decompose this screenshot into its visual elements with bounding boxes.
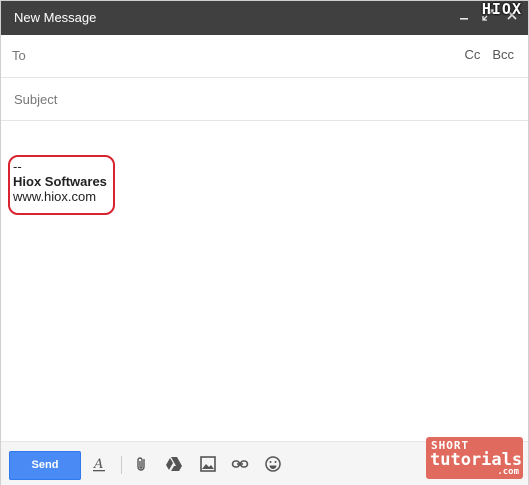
cc-link[interactable]: Cc [464, 47, 480, 62]
drive-icon[interactable] [164, 454, 184, 474]
insert-photo-icon[interactable] [198, 454, 218, 474]
to-label: To [12, 48, 26, 63]
to-row: To Cc Bcc [1, 35, 528, 78]
minimize-icon[interactable] [456, 9, 472, 25]
toolbar-divider [121, 456, 122, 474]
subject-input[interactable] [12, 87, 516, 111]
short-tutorials-logo: SHORT tutorials .com [426, 437, 523, 479]
message-body[interactable]: -- Hiox Softwares www.hiox.com [1, 121, 528, 439]
signature-block: -- Hiox Softwares www.hiox.com [8, 155, 115, 215]
to-input[interactable] [41, 44, 445, 68]
bcc-link[interactable]: Bcc [492, 47, 514, 62]
attach-icon[interactable] [132, 454, 152, 474]
cc-bcc-links: Cc Bcc [464, 47, 514, 62]
send-button[interactable]: Send [9, 451, 81, 480]
hiox-logo: HIOX [481, 0, 522, 18]
signature-website: www.hiox.com [13, 189, 97, 204]
formatting-icon[interactable]: A [89, 454, 109, 474]
insert-link-icon[interactable] [230, 454, 250, 474]
svg-text:A: A [93, 457, 103, 472]
subject-row [1, 78, 528, 121]
compose-window: New Message HIOX To Cc Bcc -- Hiox Softw… [0, 0, 529, 485]
window-title: New Message [14, 10, 97, 25]
brand-line-com: .com [497, 467, 519, 477]
title-bar: New Message HIOX [1, 0, 528, 35]
emoji-icon[interactable] [263, 454, 283, 474]
signature-separator: -- [13, 159, 22, 174]
signature-name: Hiox Softwares [13, 174, 107, 189]
